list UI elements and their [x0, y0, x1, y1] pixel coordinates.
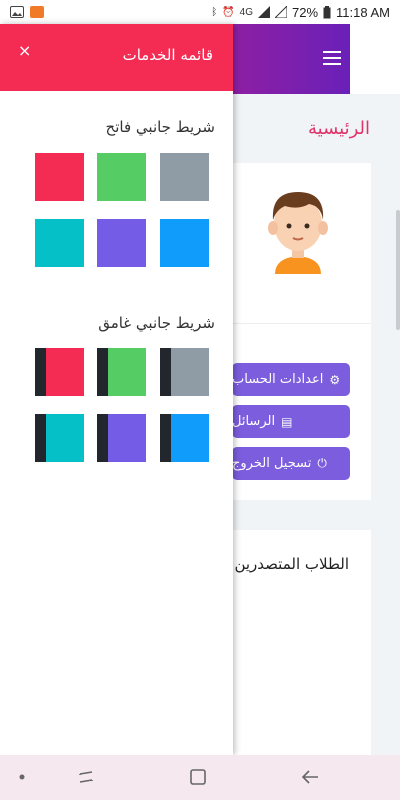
bluetooth-icon: ᛒ: [211, 6, 218, 18]
recent-apps-icon[interactable]: [74, 765, 98, 789]
drawer-title: قائمه الخدمات: [122, 46, 213, 64]
alarm-icon: ⏰: [222, 6, 235, 18]
top-students-title: الطلاب المتصدرين: [234, 555, 349, 573]
dark-swatch-cyan[interactable]: [35, 414, 84, 462]
dark-strip: [35, 348, 46, 396]
dark-swatch-gray[interactable]: [160, 348, 209, 396]
messages-button[interactable]: ▤ الرسائل: [232, 405, 350, 438]
system-status: ᛒ ⏰ 4G 72% 11:18 AM: [211, 5, 390, 20]
home-icon[interactable]: [186, 765, 210, 789]
page-title: الرئيسية: [308, 118, 370, 139]
card-divider: [233, 323, 371, 324]
power-icon: ⏻: [317, 456, 327, 470]
light-swatch-red[interactable]: [35, 153, 84, 201]
logout-button[interactable]: ⏻ تسجيل الخروج: [232, 447, 350, 480]
battery-percent: 72%: [292, 4, 319, 20]
light-sidebar-title: شريط جانبي فاتح: [105, 118, 215, 136]
drawer-header: قائمه الخدمات ×: [0, 24, 233, 91]
battery-icon: [323, 5, 331, 18]
app-notification-icon: [30, 6, 44, 18]
notification-icons: [10, 6, 44, 18]
dark-swatch-purple[interactable]: [97, 414, 146, 462]
dark-strip: [160, 348, 171, 396]
signal-2-icon: [275, 6, 287, 18]
top-students-card: الطلاب المتصدرين: [233, 530, 371, 755]
app-header-right: [350, 24, 400, 94]
dark-strip: [160, 414, 171, 462]
signal-icon: [258, 6, 270, 18]
light-swatch-purple[interactable]: [97, 219, 146, 267]
profile-card: ⚙ اعدادات الحساب ▤ الرسائل ⏻ تسجيل الخرو…: [232, 163, 371, 500]
status-bar: ᛒ ⏰ 4G 72% 11:18 AM: [0, 0, 400, 24]
network-label: 4G: [239, 6, 253, 18]
dark-strip: [97, 414, 108, 462]
clock: 11:18 AM: [336, 4, 390, 20]
dark-sidebar-title: شريط جانبي غامق: [98, 314, 215, 332]
app-header: [233, 24, 350, 94]
dot-icon[interactable]: [10, 765, 34, 789]
system-nav-bar: [0, 755, 400, 800]
account-settings-label: اعدادات الحساب: [232, 372, 324, 387]
dark-strip: [97, 348, 108, 396]
dark-strip: [35, 414, 46, 462]
menu-icon[interactable]: [323, 51, 341, 65]
logout-label: تسجيل الخروج: [232, 456, 312, 471]
scroll-indicator: [396, 210, 400, 330]
dark-swatch-blue[interactable]: [160, 414, 209, 462]
light-swatch-gray[interactable]: [160, 153, 209, 201]
back-icon[interactable]: [298, 765, 322, 789]
dark-swatch-red[interactable]: [35, 348, 84, 396]
dark-swatch-green[interactable]: [97, 348, 146, 396]
gallery-icon: [10, 6, 24, 18]
light-swatch-green[interactable]: [97, 153, 146, 201]
gear-icon: ⚙: [329, 372, 341, 387]
account-settings-button[interactable]: ⚙ اعدادات الحساب: [232, 363, 350, 396]
messages-label: الرسائل: [232, 414, 276, 429]
light-swatch-cyan[interactable]: [35, 219, 84, 267]
avatar: [268, 192, 328, 274]
services-drawer: قائمه الخدمات × شريط جانبي فاتح شريط جان…: [0, 24, 233, 755]
message-icon: ▤: [281, 414, 293, 429]
light-swatch-blue[interactable]: [160, 219, 209, 267]
close-icon[interactable]: ×: [18, 41, 31, 60]
